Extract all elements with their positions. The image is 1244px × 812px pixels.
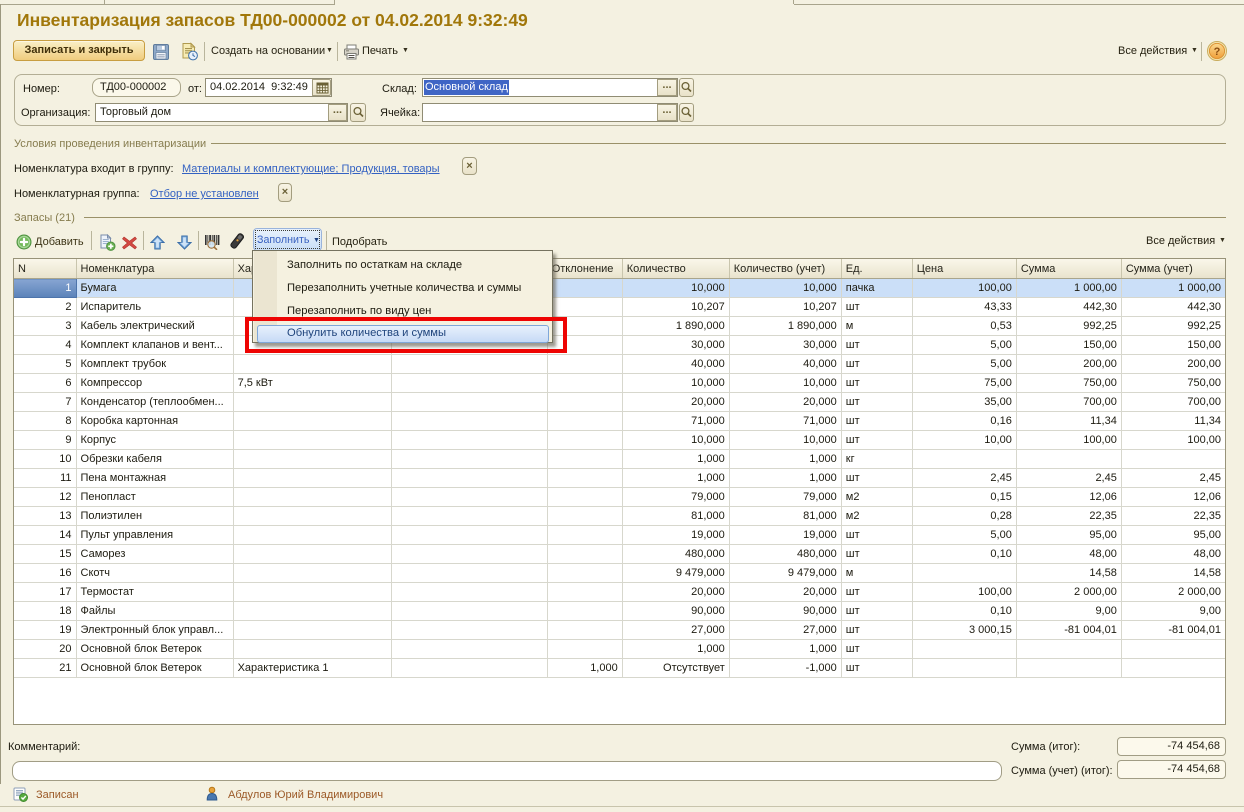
svg-text:?: ? [1214, 46, 1221, 58]
